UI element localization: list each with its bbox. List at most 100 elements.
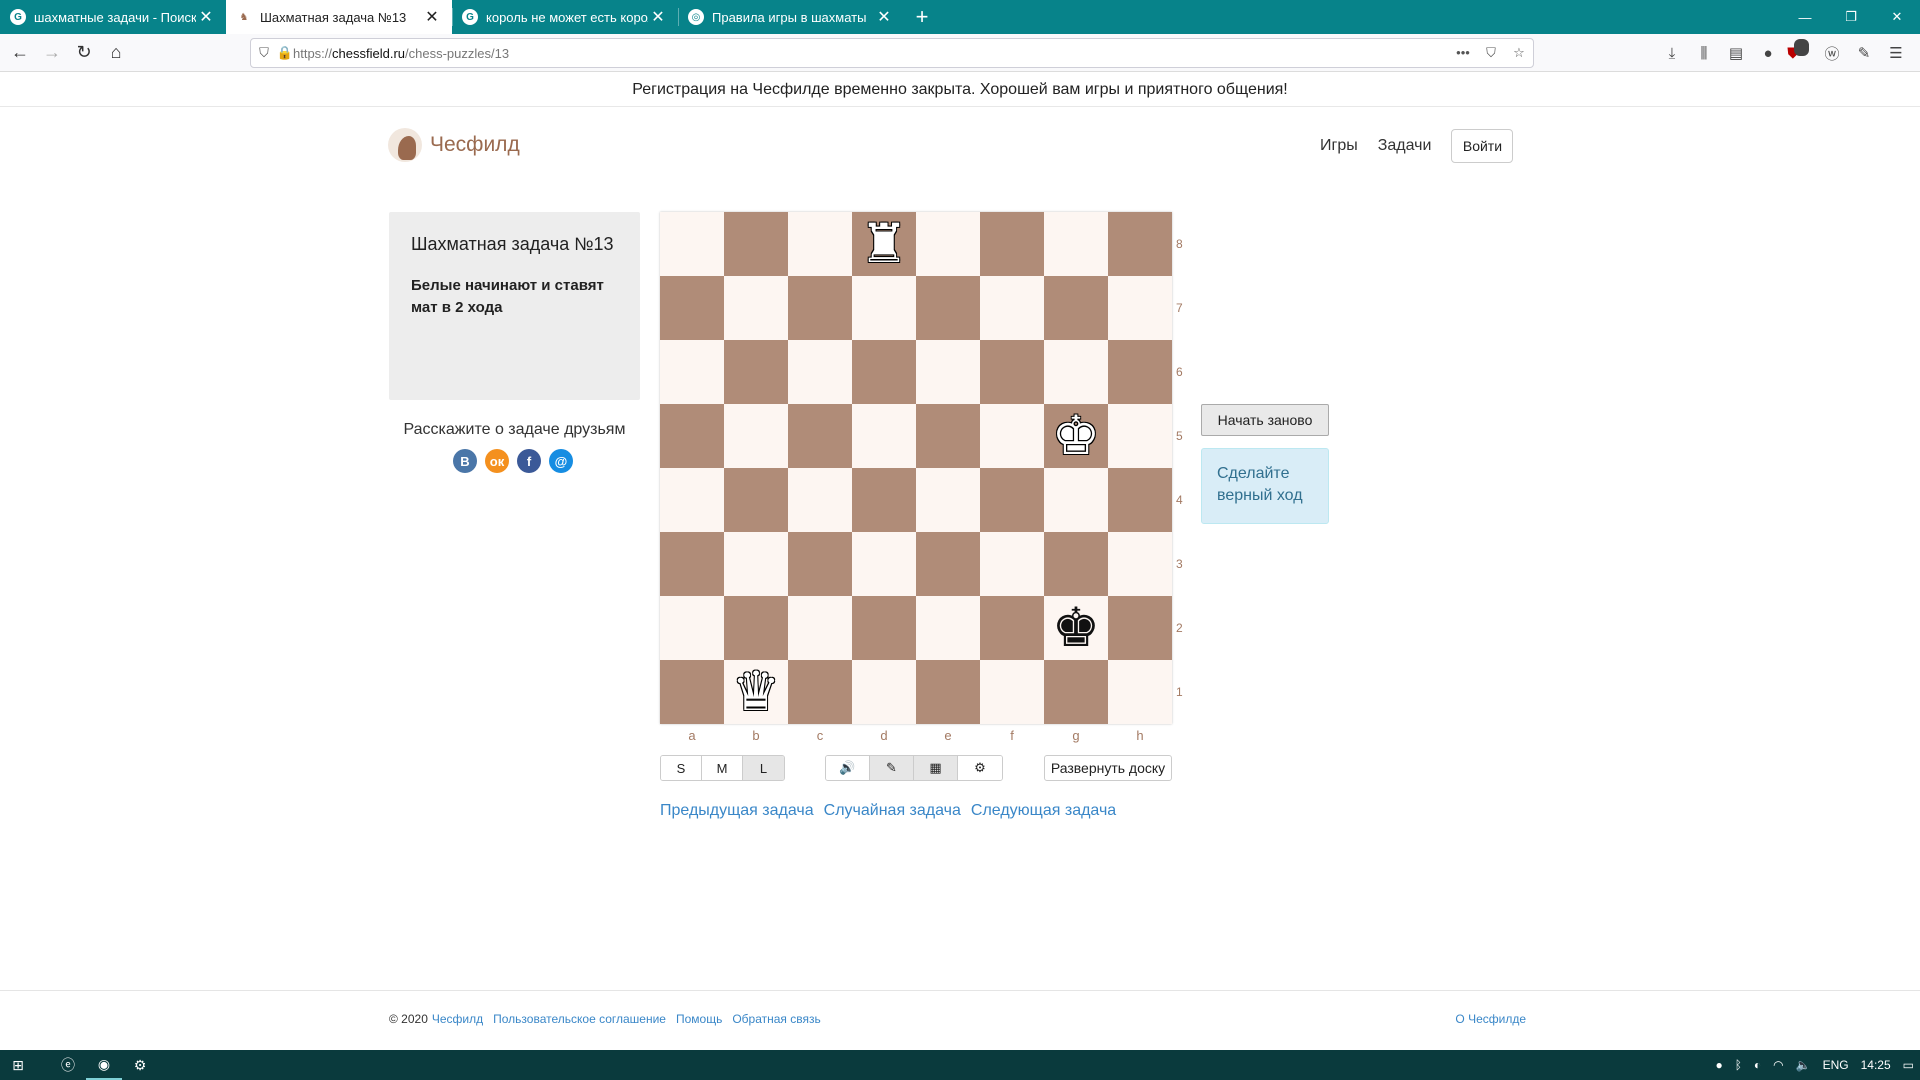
square-c2[interactable] bbox=[788, 596, 852, 660]
square-c4[interactable] bbox=[788, 468, 852, 532]
square-f8[interactable] bbox=[980, 212, 1044, 276]
edge-icon[interactable]: ⓔ bbox=[50, 1050, 86, 1080]
square-b1[interactable]: ♛ bbox=[724, 660, 788, 724]
square-h2[interactable] bbox=[1108, 596, 1172, 660]
square-d1[interactable] bbox=[852, 660, 916, 724]
footer-link-about[interactable]: О Чесфилде bbox=[1455, 1012, 1526, 1026]
site-logo[interactable]: Чесфилд bbox=[388, 128, 520, 162]
library-icon[interactable]: ⫼ bbox=[1688, 45, 1720, 62]
sidebar-icon[interactable]: ▤ bbox=[1720, 44, 1752, 62]
menu-icon[interactable]: ☰ bbox=[1880, 44, 1912, 62]
bookmark-star-icon[interactable]: ☆ bbox=[1505, 45, 1533, 61]
tab-close-icon[interactable]: ✕ bbox=[196, 7, 216, 27]
square-b8[interactable] bbox=[724, 212, 788, 276]
square-g3[interactable] bbox=[1044, 532, 1108, 596]
mailru-icon[interactable]: @ bbox=[549, 449, 573, 473]
page-actions-icon[interactable]: ••• bbox=[1449, 45, 1477, 61]
square-h4[interactable] bbox=[1108, 468, 1172, 532]
forward-icon[interactable]: → bbox=[36, 37, 68, 69]
square-g1[interactable] bbox=[1044, 660, 1108, 724]
square-c1[interactable] bbox=[788, 660, 852, 724]
square-a7[interactable] bbox=[660, 276, 724, 340]
square-e5[interactable] bbox=[916, 404, 980, 468]
restart-button[interactable]: Начать заново bbox=[1201, 404, 1329, 436]
footer-link-chessfield[interactable]: Чесфилд bbox=[432, 1012, 483, 1026]
sound-icon[interactable]: 🔊 bbox=[826, 756, 870, 780]
square-b5[interactable] bbox=[724, 404, 788, 468]
flip-board-button[interactable]: Развернуть доску bbox=[1044, 755, 1172, 781]
square-e2[interactable] bbox=[916, 596, 980, 660]
square-b6[interactable] bbox=[724, 340, 788, 404]
browser-tab[interactable]: Gшахматные задачи - Поиск в ✕ bbox=[0, 0, 226, 34]
browser-tab[interactable]: Gкороль не может есть короля ✕ bbox=[452, 0, 678, 34]
nav-games[interactable]: Игры bbox=[1320, 137, 1358, 155]
notifications-icon[interactable]: ▭ bbox=[1903, 1058, 1914, 1072]
square-g6[interactable] bbox=[1044, 340, 1108, 404]
black-king-icon[interactable]: ♚ bbox=[1052, 601, 1100, 655]
square-d4[interactable] bbox=[852, 468, 916, 532]
restore-icon[interactable]: ❐ bbox=[1828, 0, 1874, 34]
square-d3[interactable] bbox=[852, 532, 916, 596]
square-f4[interactable] bbox=[980, 468, 1044, 532]
random-puzzle-link[interactable]: Случайная задача bbox=[824, 802, 961, 820]
square-e6[interactable] bbox=[916, 340, 980, 404]
nav-puzzles[interactable]: Задачи bbox=[1378, 137, 1432, 155]
back-icon[interactable]: ← bbox=[4, 37, 36, 69]
new-tab-button[interactable]: + bbox=[904, 0, 940, 34]
square-h7[interactable] bbox=[1108, 276, 1172, 340]
footer-link-help[interactable]: Помощь bbox=[676, 1012, 722, 1026]
tab-close-icon[interactable]: ✕ bbox=[648, 7, 668, 27]
square-f7[interactable] bbox=[980, 276, 1044, 340]
url-bar[interactable]: ⛉ 🔒 https://chessfield.ru/chess-puzzles/… bbox=[250, 38, 1534, 68]
square-c3[interactable] bbox=[788, 532, 852, 596]
browser-tab[interactable]: ♞ Шахматная задача №13 ✕ bbox=[226, 0, 452, 34]
square-c7[interactable] bbox=[788, 276, 852, 340]
square-b7[interactable] bbox=[724, 276, 788, 340]
windows-start-icon[interactable]: ⊞ bbox=[0, 1050, 36, 1080]
browser-tab[interactable]: ◎ Правила игры в шахматы ✕ bbox=[678, 0, 904, 34]
square-d5[interactable] bbox=[852, 404, 916, 468]
bluetooth-icon[interactable]: ᛒ bbox=[1735, 1058, 1742, 1072]
tab-close-icon[interactable]: ✕ bbox=[874, 7, 894, 27]
square-h8[interactable] bbox=[1108, 212, 1172, 276]
square-d6[interactable] bbox=[852, 340, 916, 404]
app-icon[interactable]: ⚙ bbox=[122, 1050, 158, 1080]
clock[interactable]: 14:25 bbox=[1861, 1058, 1891, 1072]
square-e4[interactable] bbox=[916, 468, 980, 532]
facebook-icon[interactable]: f bbox=[517, 449, 541, 473]
square-a2[interactable] bbox=[660, 596, 724, 660]
square-c8[interactable] bbox=[788, 212, 852, 276]
square-f3[interactable] bbox=[980, 532, 1044, 596]
download-icon[interactable]: ⤓ bbox=[1656, 45, 1688, 62]
square-a5[interactable] bbox=[660, 404, 724, 468]
square-g5[interactable]: ♚ bbox=[1044, 404, 1108, 468]
minimize-icon[interactable]: — bbox=[1782, 0, 1828, 34]
account-icon[interactable]: ● bbox=[1752, 45, 1784, 62]
steam-icon[interactable]: ◐ bbox=[1754, 1058, 1761, 1072]
square-a8[interactable] bbox=[660, 212, 724, 276]
vk-icon[interactable]: В bbox=[453, 449, 477, 473]
footer-link-agreement[interactable]: Пользовательское соглашение bbox=[493, 1012, 666, 1026]
square-g8[interactable] bbox=[1044, 212, 1108, 276]
square-a6[interactable] bbox=[660, 340, 724, 404]
tray-app-icon[interactable]: ● bbox=[1715, 1058, 1722, 1072]
square-e8[interactable] bbox=[916, 212, 980, 276]
square-f6[interactable] bbox=[980, 340, 1044, 404]
square-d7[interactable] bbox=[852, 276, 916, 340]
settings-icon[interactable]: ⚙ bbox=[958, 756, 1002, 780]
eyedropper-icon[interactable]: ✎ bbox=[1848, 44, 1880, 62]
chess-board[interactable]: ♜ ♚ ♚ ♛ bbox=[660, 212, 1172, 724]
square-e7[interactable] bbox=[916, 276, 980, 340]
wifi-icon[interactable]: ◠ bbox=[1773, 1058, 1783, 1072]
square-a1[interactable] bbox=[660, 660, 724, 724]
ublock-icon[interactable]: ⛊7 bbox=[1784, 38, 1816, 62]
reload-icon[interactable]: ↻ bbox=[68, 37, 100, 69]
lock-icon[interactable]: 🔒 bbox=[277, 45, 293, 61]
language-indicator[interactable]: ENG bbox=[1823, 1058, 1849, 1072]
square-e3[interactable] bbox=[916, 532, 980, 596]
square-g7[interactable] bbox=[1044, 276, 1108, 340]
square-c6[interactable] bbox=[788, 340, 852, 404]
square-b4[interactable] bbox=[724, 468, 788, 532]
square-a3[interactable] bbox=[660, 532, 724, 596]
square-b3[interactable] bbox=[724, 532, 788, 596]
